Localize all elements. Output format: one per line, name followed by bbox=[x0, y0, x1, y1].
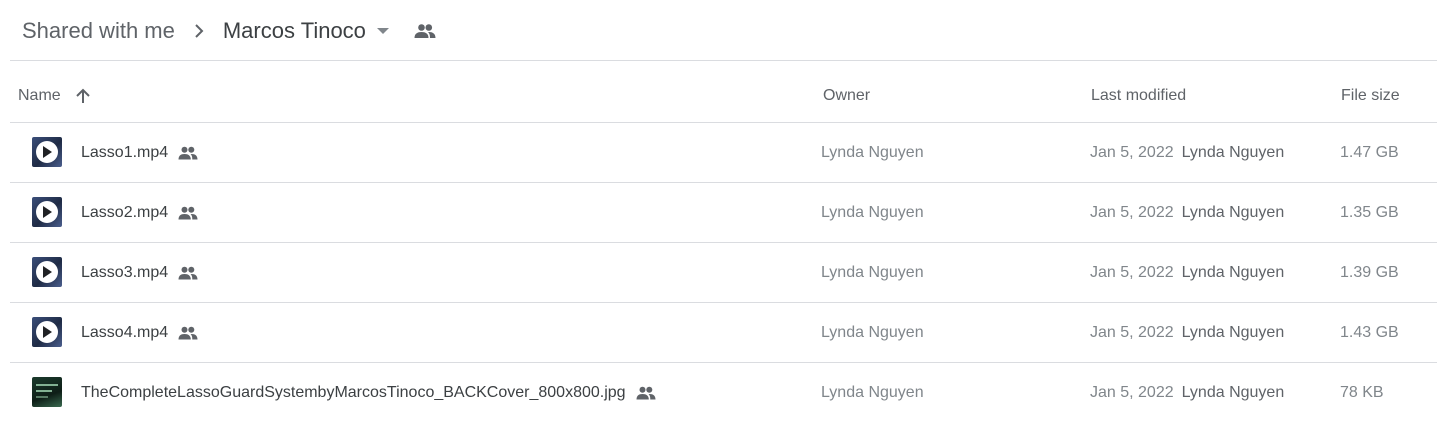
file-size-cell: 1.39 GB bbox=[1340, 263, 1399, 281]
modified-date: Jan 5, 2022 bbox=[1090, 323, 1174, 341]
modified-by: Lynda Nguyen bbox=[1181, 203, 1285, 221]
breadcrumb-current-folder[interactable]: Marcos Tinoco bbox=[223, 18, 366, 44]
owner-cell: Lynda Nguyen bbox=[821, 383, 924, 401]
chevron-right-icon bbox=[193, 23, 205, 39]
file-name-cell: Lasso2.mp4 bbox=[81, 183, 198, 242]
image-thumbnail bbox=[32, 377, 62, 407]
file-name[interactable]: Lasso1.mp4 bbox=[81, 144, 168, 162]
table-row[interactable]: TheCompleteLassoGuardSystembyMarcosTinoc… bbox=[10, 363, 1437, 422]
column-header-name[interactable]: Name bbox=[18, 70, 91, 122]
modified-date: Jan 5, 2022 bbox=[1090, 143, 1174, 161]
owner-cell: Lynda Nguyen bbox=[821, 203, 924, 221]
modified-by: Lynda Nguyen bbox=[1181, 263, 1285, 281]
play-icon bbox=[36, 261, 58, 283]
last-modified-cell: Jan 5, 2022 Lynda Nguyen bbox=[1090, 123, 1284, 182]
last-modified-cell: Jan 5, 2022 Lynda Nguyen bbox=[1090, 243, 1284, 302]
owner-cell: Lynda Nguyen bbox=[821, 323, 924, 341]
file-size-cell: 78 KB bbox=[1340, 383, 1384, 401]
modified-by: Lynda Nguyen bbox=[1181, 143, 1285, 161]
file-name[interactable]: Lasso3.mp4 bbox=[81, 264, 168, 282]
people-icon bbox=[178, 266, 198, 280]
arrow-upward-icon[interactable] bbox=[75, 88, 91, 104]
video-thumbnail bbox=[32, 137, 62, 167]
file-name-cell: Lasso3.mp4 bbox=[81, 243, 198, 302]
column-header-file-size[interactable]: File size bbox=[1341, 70, 1400, 122]
breadcrumb-divider bbox=[10, 60, 1437, 61]
file-size-cell: 1.47 GB bbox=[1340, 143, 1399, 161]
people-icon bbox=[636, 386, 656, 400]
last-modified-cell: Jan 5, 2022 Lynda Nguyen bbox=[1090, 303, 1284, 362]
thumbnail-line bbox=[36, 384, 58, 386]
table-row[interactable]: Lasso4.mp4 Lynda Nguyen Jan 5, 2022 Lynd… bbox=[10, 303, 1437, 363]
play-icon bbox=[36, 141, 58, 163]
table-row[interactable]: Lasso2.mp4 Lynda Nguyen Jan 5, 2022 Lynd… bbox=[10, 183, 1437, 243]
video-thumbnail bbox=[32, 317, 62, 347]
modified-date: Jan 5, 2022 bbox=[1090, 203, 1174, 221]
people-icon bbox=[178, 206, 198, 220]
play-icon bbox=[36, 201, 58, 223]
play-icon bbox=[36, 321, 58, 343]
column-header-name-label: Name bbox=[18, 87, 61, 104]
file-name-cell: Lasso4.mp4 bbox=[81, 303, 198, 362]
thumbnail-line bbox=[36, 390, 52, 392]
column-header-owner[interactable]: Owner bbox=[823, 70, 870, 122]
file-name[interactable]: Lasso4.mp4 bbox=[81, 324, 168, 342]
modified-by: Lynda Nguyen bbox=[1181, 383, 1285, 401]
file-name-cell: Lasso1.mp4 bbox=[81, 123, 198, 182]
column-header-last-modified[interactable]: Last modified bbox=[1091, 70, 1186, 122]
people-icon bbox=[178, 326, 198, 340]
table-row[interactable]: Lasso3.mp4 Lynda Nguyen Jan 5, 2022 Lynd… bbox=[10, 243, 1437, 303]
video-thumbnail bbox=[32, 197, 62, 227]
breadcrumb-shared-with-me[interactable]: Shared with me bbox=[22, 18, 175, 44]
modified-date: Jan 5, 2022 bbox=[1090, 263, 1174, 281]
people-icon[interactable] bbox=[414, 23, 436, 39]
last-modified-cell: Jan 5, 2022 Lynda Nguyen bbox=[1090, 363, 1284, 422]
file-list: Lasso1.mp4 Lynda Nguyen Jan 5, 2022 Lynd… bbox=[10, 123, 1437, 422]
breadcrumb: Shared with me Marcos Tinoco bbox=[22, 14, 436, 48]
table-row[interactable]: Lasso1.mp4 Lynda Nguyen Jan 5, 2022 Lynd… bbox=[10, 123, 1437, 183]
file-name-cell: TheCompleteLassoGuardSystembyMarcosTinoc… bbox=[81, 363, 656, 422]
file-name[interactable]: TheCompleteLassoGuardSystembyMarcosTinoc… bbox=[81, 384, 626, 402]
table-header: Name Owner Last modified File size bbox=[10, 70, 1437, 122]
video-thumbnail bbox=[32, 257, 62, 287]
owner-cell: Lynda Nguyen bbox=[821, 143, 924, 161]
file-size-cell: 1.35 GB bbox=[1340, 203, 1399, 221]
modified-date: Jan 5, 2022 bbox=[1090, 383, 1174, 401]
arrow-drop-down-icon[interactable] bbox=[376, 27, 390, 35]
owner-cell: Lynda Nguyen bbox=[821, 263, 924, 281]
modified-by: Lynda Nguyen bbox=[1181, 323, 1285, 341]
people-icon bbox=[178, 146, 198, 160]
last-modified-cell: Jan 5, 2022 Lynda Nguyen bbox=[1090, 183, 1284, 242]
thumbnail-line bbox=[36, 396, 48, 398]
file-size-cell: 1.43 GB bbox=[1340, 323, 1399, 341]
file-name[interactable]: Lasso2.mp4 bbox=[81, 204, 168, 222]
